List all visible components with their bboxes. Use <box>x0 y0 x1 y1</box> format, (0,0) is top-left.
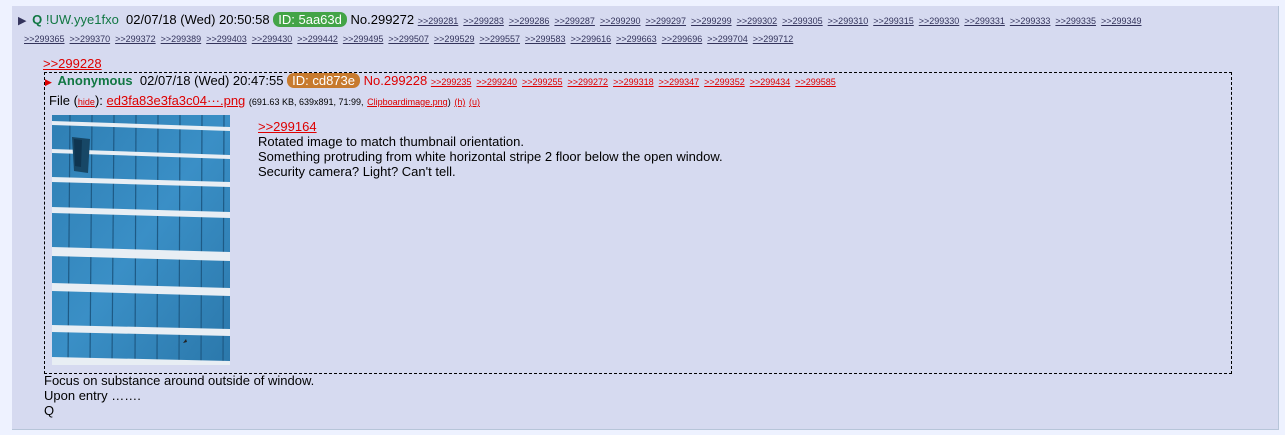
quoted-body-line: Something protruding from white horizont… <box>258 149 723 164</box>
file-label: File <box>49 93 70 108</box>
backlink[interactable]: >>299349 <box>1101 16 1142 26</box>
building-thumbnail-image[interactable] <box>52 115 230 365</box>
backlink[interactable]: >>299583 <box>525 34 566 44</box>
backlink[interactable]: >>299370 <box>70 34 111 44</box>
file-meta-close: ) <box>447 97 451 107</box>
quoted-body-line: Security camera? Light? Can't tell. <box>258 164 456 179</box>
quote-link[interactable]: >>299228 <box>43 56 102 71</box>
file-name-link[interactable]: ed3fa83e3fa3c04···.png <box>107 93 246 108</box>
post-body: Focus on substance around outside of win… <box>44 373 314 418</box>
backlink[interactable]: >>299434 <box>750 77 791 87</box>
backlink[interactable]: >>299529 <box>434 34 475 44</box>
quoted-post-header: ▶ Anonymous 02/07/18 (Wed) 20:47:55 ID: … <box>45 73 841 88</box>
body-line: Upon entry ……. <box>44 388 141 403</box>
backlink[interactable]: >>299315 <box>873 16 914 26</box>
backlink[interactable]: >>299712 <box>753 34 794 44</box>
backlink[interactable]: >>299663 <box>616 34 657 44</box>
backlink[interactable]: >>299286 <box>509 16 550 26</box>
backlink[interactable]: >>299290 <box>600 16 641 26</box>
backlink[interactable]: >>299330 <box>919 16 960 26</box>
backlink[interactable]: >>299495 <box>343 34 384 44</box>
backlink[interactable]: >>299557 <box>479 34 520 44</box>
post-number[interactable]: No.299272 <box>351 12 415 27</box>
quoted-poster-name: Anonymous <box>57 73 133 88</box>
body-line: Q <box>44 403 55 418</box>
quoted-post-body: >>299164 Rotated image to match thumbnai… <box>258 119 723 179</box>
expand-icon[interactable]: ▶ <box>18 15 26 27</box>
body-line: Focus on substance around outside of win… <box>44 373 315 388</box>
backlink[interactable]: >>299281 <box>418 16 459 26</box>
post-datetime: 02/07/18 (Wed) 20:50:58 <box>126 12 270 27</box>
quoted-body-link[interactable]: >>299164 <box>258 119 317 134</box>
file-u-link[interactable]: (u) <box>469 97 480 107</box>
backlink[interactable]: >>299305 <box>782 16 823 26</box>
backlink[interactable]: >>299331 <box>964 16 1005 26</box>
quoted-poster-id-badge[interactable]: ID: cd873e <box>287 73 360 88</box>
backlink[interactable]: >>299403 <box>206 34 247 44</box>
quoted-body-line: Rotated image to match thumbnail orienta… <box>258 134 524 149</box>
backlink[interactable]: >>299352 <box>704 77 745 87</box>
file-info: File (hide): ed3fa83e3fa3c04···.png (691… <box>49 93 480 108</box>
backlink[interactable]: >>299299 <box>691 16 732 26</box>
backlink[interactable]: >>299365 <box>24 34 65 44</box>
backlink[interactable]: >>299272 <box>568 77 609 87</box>
backlink[interactable]: >>299255 <box>522 77 563 87</box>
post-container: ▶ Q !UW.yye1fxo 02/07/18 (Wed) 20:50:58 … <box>12 6 1279 430</box>
backlink[interactable]: >>299297 <box>645 16 686 26</box>
quoted-post: ▶ Anonymous 02/07/18 (Wed) 20:47:55 ID: … <box>44 72 1232 374</box>
backlink[interactable]: >>299235 <box>431 77 472 87</box>
backlink[interactable]: >>299347 <box>659 77 700 87</box>
quote-marker-icon: ▶ <box>45 77 52 87</box>
file-h-link[interactable]: (h) <box>454 97 465 107</box>
poster-id-badge[interactable]: ID: 5aa63d <box>273 12 347 27</box>
file-original-name-link[interactable]: Clipboardimage.png <box>367 97 448 107</box>
hide-close-paren: ): <box>94 93 103 108</box>
backlinks-row-2: >>299365 >>299370 >>299372 >>299389 >>299403… <box>24 30 798 45</box>
backlink[interactable]: >>299389 <box>161 34 202 44</box>
backlink[interactable]: >>299442 <box>297 34 338 44</box>
backlink[interactable]: >>299430 <box>252 34 293 44</box>
backlink[interactable]: >>299302 <box>737 16 778 26</box>
backlink[interactable]: >>299333 <box>1010 16 1051 26</box>
backlink[interactable]: >>299507 <box>388 34 429 44</box>
quoted-post-datetime: 02/07/18 (Wed) 20:47:55 <box>139 73 284 88</box>
hide-link[interactable]: hide <box>78 97 95 107</box>
quoted-backlinks: >>299235 >>299240 >>299255 >>299272 >>299318… <box>431 73 841 88</box>
backlink[interactable]: >>299616 <box>571 34 612 44</box>
backlink[interactable]: >>299372 <box>115 34 156 44</box>
backlink[interactable]: >>299704 <box>707 34 748 44</box>
backlink[interactable]: >>299335 <box>1055 16 1096 26</box>
backlink[interactable]: >>299283 <box>463 16 504 26</box>
backlink[interactable]: >>299310 <box>828 16 869 26</box>
tripcode: !UW.yye1fxo <box>45 12 119 27</box>
backlink[interactable]: >>299696 <box>662 34 703 44</box>
poster-name: Q <box>32 12 43 27</box>
post-header: ▶ Q !UW.yye1fxo 02/07/18 (Wed) 20:50:58 … <box>18 12 1147 27</box>
backlink[interactable]: >>299585 <box>795 77 836 87</box>
backlinks-row-1: >>299281 >>299283 >>299286 >>299287 >>299290… <box>418 12 1147 27</box>
backlink[interactable]: >>299287 <box>554 16 595 26</box>
backlink[interactable]: >>299240 <box>476 77 517 87</box>
quoted-post-number[interactable]: No.299228 <box>364 73 428 88</box>
file-meta: (691.63 KB, 639x891, 71:99, <box>248 97 364 107</box>
backlink[interactable]: >>299318 <box>613 77 654 87</box>
